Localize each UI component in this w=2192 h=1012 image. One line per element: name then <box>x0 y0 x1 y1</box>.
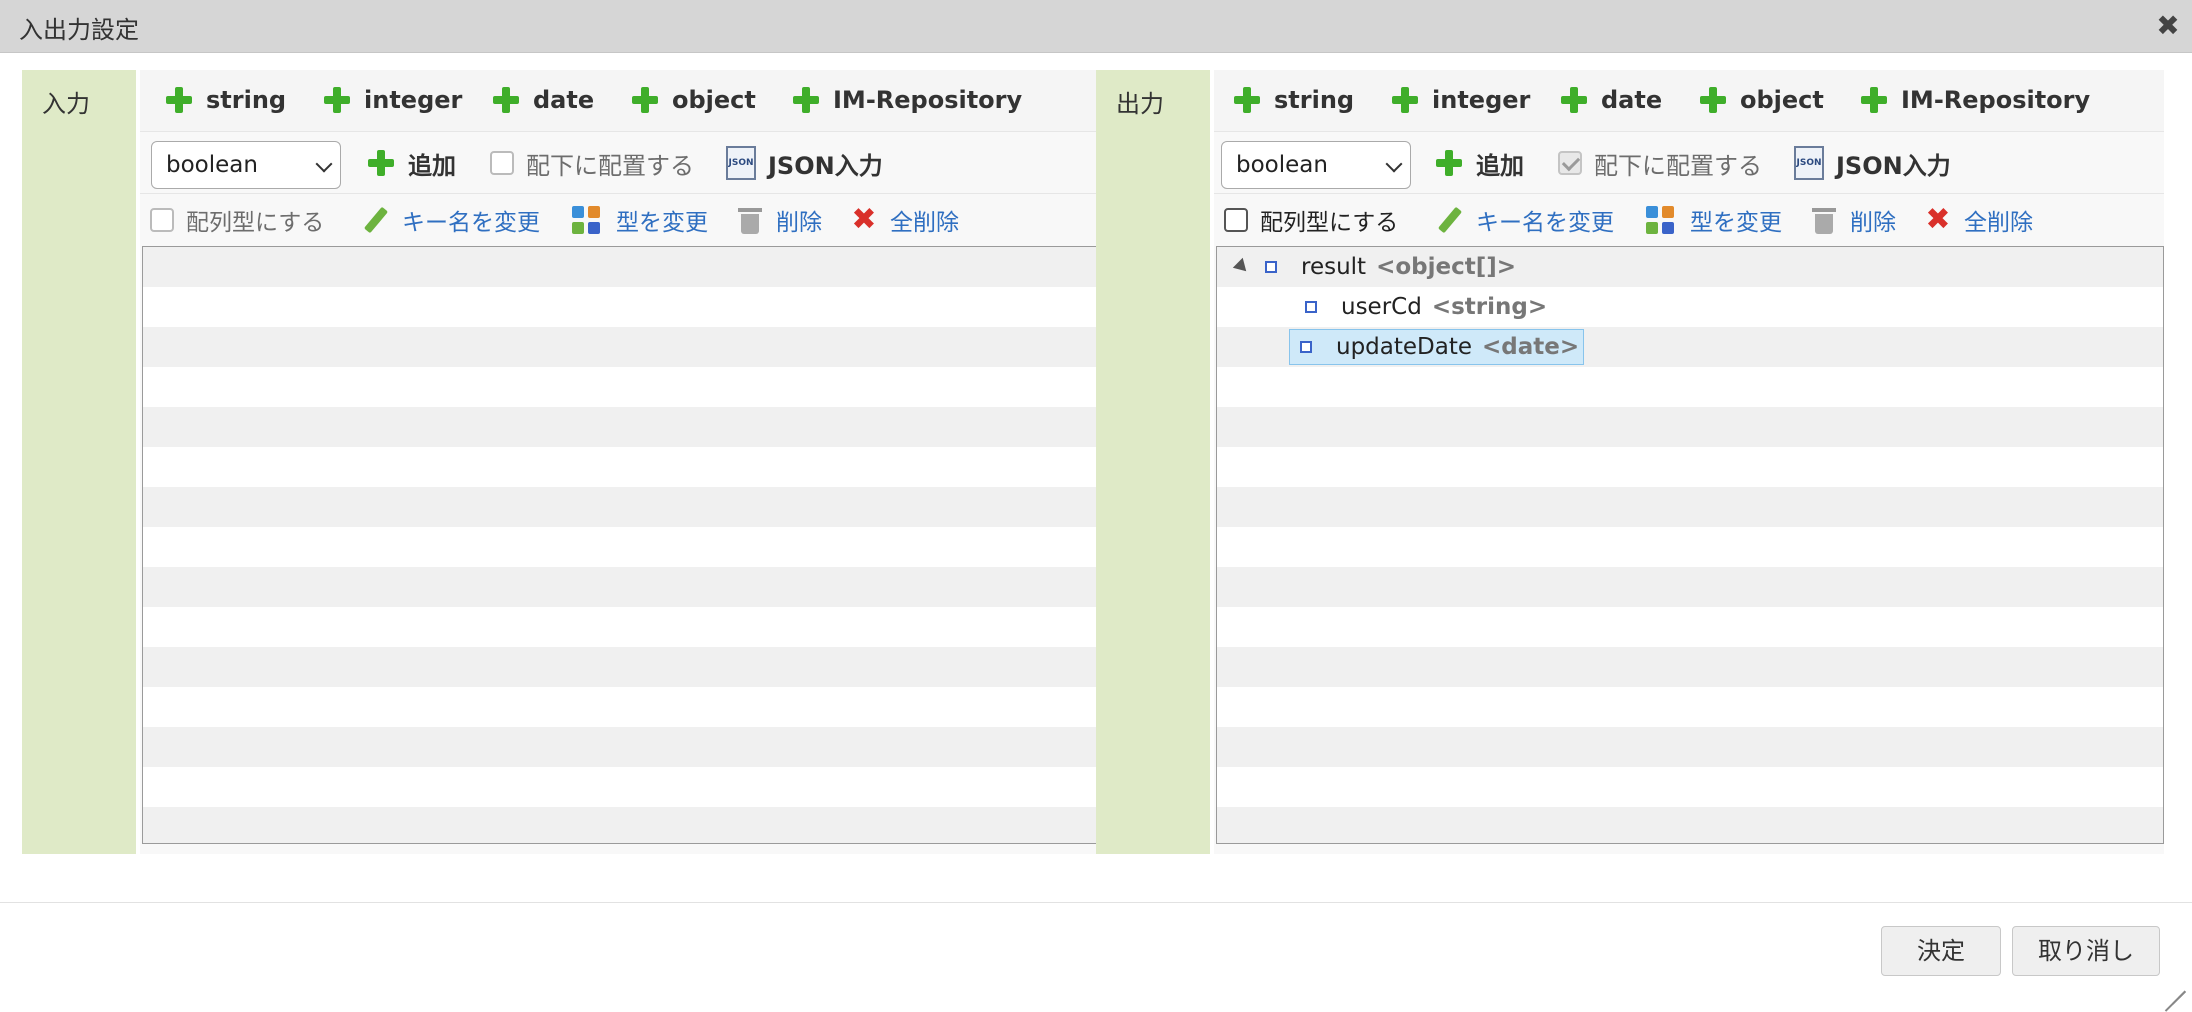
json-icon: JSON <box>1794 146 1824 180</box>
input-add-integer-button[interactable]: integer <box>324 82 462 118</box>
output-rename-key-button[interactable]: キー名を変更 <box>1436 204 1614 236</box>
plus-icon <box>324 87 350 113</box>
pencil-icon <box>362 206 390 234</box>
output-add-toolbar: boolean 追加 配下に配置する JSONJSON入力 <box>1214 132 2164 194</box>
output-type-select[interactable]: boolean <box>1221 141 1411 189</box>
output-delete-button[interactable]: 削除 <box>1812 204 1896 236</box>
node-icon <box>1265 261 1277 273</box>
input-tree[interactable] <box>142 246 1114 844</box>
input-delete-button[interactable]: 削除 <box>738 204 822 236</box>
dialog-title: 入出力設定 <box>19 10 139 45</box>
input-change-type-button[interactable]: 型を変更 <box>572 204 708 236</box>
input-label-column: 入力 <box>22 70 136 854</box>
output-json-button[interactable]: JSONJSON入力 <box>1794 145 1951 181</box>
pencil-icon <box>1436 206 1464 234</box>
output-panel: 出力 string integer date object IM-Reposit… <box>1096 70 2166 854</box>
red-x-icon: ✖ <box>1924 206 1952 234</box>
output-editor: string integer date object IM-Repository… <box>1214 70 2164 854</box>
plus-icon <box>166 87 192 113</box>
input-label: 入力 <box>42 84 90 119</box>
checkbox-icon[interactable] <box>150 208 174 232</box>
tree-node-updatedate[interactable]: updateDate <date> <box>1289 329 1584 365</box>
node-icon <box>1305 301 1317 313</box>
input-array-checkbox[interactable]: 配列型にする <box>150 204 324 236</box>
plus-icon <box>1700 87 1726 113</box>
expand-triangle-icon[interactable] <box>1233 258 1251 276</box>
plus-icon <box>632 87 658 113</box>
input-rename-key-button[interactable]: キー名を変更 <box>362 204 540 236</box>
input-editor: string integer date object IM-Repository… <box>140 70 1114 854</box>
output-add-im-repository-button[interactable]: IM-Repository <box>1861 82 2090 118</box>
tree-node-usercd[interactable]: userCd <string> <box>1305 289 1547 325</box>
close-icon[interactable]: ✖ <box>2154 12 2182 40</box>
plus-icon <box>1234 87 1260 113</box>
json-icon: JSON <box>726 146 756 180</box>
plus-icon <box>1561 87 1587 113</box>
input-add-button[interactable]: 追加 <box>368 145 456 181</box>
ok-button[interactable]: 決定 <box>1881 926 2001 976</box>
input-type-toolbar: string integer date object IM-Repository <box>140 70 1114 132</box>
red-x-icon: ✖ <box>850 206 878 234</box>
chevron-down-icon <box>1386 156 1403 173</box>
trash-icon <box>1812 206 1836 234</box>
input-panel: 入力 string integer date object IM-Reposit… <box>22 70 1092 854</box>
tree-node-result[interactable]: result <object[]> <box>1235 249 1516 285</box>
checkbox-icon[interactable] <box>1224 208 1248 232</box>
trash-icon <box>738 206 762 234</box>
output-place-under-checkbox[interactable]: 配下に配置する <box>1558 145 1762 181</box>
plus-icon <box>493 87 519 113</box>
input-add-object-button[interactable]: object <box>632 82 756 118</box>
plus-icon <box>1392 87 1418 113</box>
output-type-toolbar: string integer date object IM-Repository <box>1214 70 2164 132</box>
output-add-date-button[interactable]: date <box>1561 82 1662 118</box>
input-place-under-checkbox[interactable]: 配下に配置する <box>490 145 694 181</box>
output-change-type-button[interactable]: 型を変更 <box>1646 204 1782 236</box>
output-add-integer-button[interactable]: integer <box>1392 82 1530 118</box>
input-action-toolbar: 配列型にする キー名を変更 型を変更 削除 ✖全削除 <box>140 194 1114 246</box>
resize-grip-icon[interactable] <box>2160 966 2186 992</box>
footer-divider <box>0 902 2192 903</box>
swap-type-icon <box>572 206 604 234</box>
input-delete-all-button[interactable]: ✖全削除 <box>850 204 959 236</box>
output-action-toolbar: 配列型にする キー名を変更 型を変更 削除 ✖全削除 <box>1214 194 2164 246</box>
input-add-im-repository-button[interactable]: IM-Repository <box>793 82 1022 118</box>
chevron-down-icon <box>316 156 333 173</box>
input-type-select[interactable]: boolean <box>151 141 341 189</box>
input-json-button[interactable]: JSONJSON入力 <box>726 145 883 181</box>
output-add-string-button[interactable]: string <box>1234 82 1354 118</box>
dialog-titlebar: 入出力設定 ✖ <box>0 0 2192 53</box>
input-add-toolbar: boolean 追加 配下に配置する JSONJSON入力 <box>140 132 1114 194</box>
input-add-date-button[interactable]: date <box>493 82 594 118</box>
plus-icon <box>368 150 394 176</box>
output-delete-all-button[interactable]: ✖全削除 <box>1924 204 2033 236</box>
plus-icon <box>1861 87 1887 113</box>
input-add-string-button[interactable]: string <box>166 82 286 118</box>
output-array-checkbox[interactable]: 配列型にする <box>1224 204 1398 236</box>
output-add-button[interactable]: 追加 <box>1436 145 1524 181</box>
plus-icon <box>1436 150 1462 176</box>
output-add-object-button[interactable]: object <box>1700 82 1824 118</box>
cancel-button[interactable]: 取り消し <box>2012 926 2160 976</box>
output-label: 出力 <box>1116 84 1164 119</box>
output-label-column: 出力 <box>1096 70 1210 854</box>
swap-type-icon <box>1646 206 1678 234</box>
output-tree[interactable]: result <object[]> userCd <string> update… <box>1216 246 2164 844</box>
checkbox-icon[interactable] <box>490 151 514 175</box>
plus-icon <box>793 87 819 113</box>
checkbox-checked-icon[interactable] <box>1558 151 1582 175</box>
node-icon <box>1300 341 1312 353</box>
